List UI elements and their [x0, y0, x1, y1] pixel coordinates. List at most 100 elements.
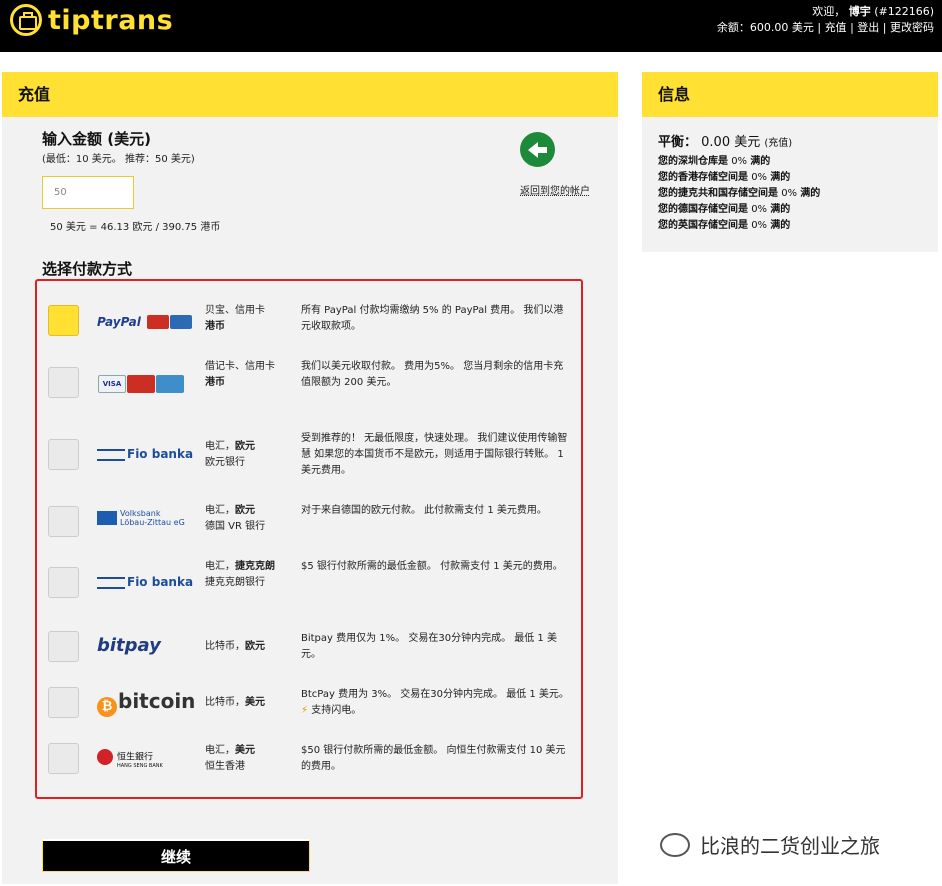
storage-suffix: 满的 [800, 188, 821, 199]
brand-name: Fio banka [127, 447, 194, 461]
payment-checkbox[interactable] [48, 506, 79, 537]
payment-type: 比特币，欧元 [205, 639, 281, 655]
payment-checkbox[interactable] [48, 687, 79, 718]
storage-pct: 0% [781, 188, 798, 199]
watermark-text: 比浪的二货创业之旅 [700, 834, 880, 858]
type-line: 电汇， [205, 505, 235, 516]
payment-description: 我们以美元收取付款。 费用为5%。 您当月剩余的信用卡充值限额为 200 美元。 [301, 361, 564, 388]
type-currency: 港币 [205, 377, 225, 388]
payment-method-title: 选择付款方式 [42, 260, 133, 278]
storage-prefix: 您的英国存储空间是 [658, 220, 748, 231]
payment-checkbox[interactable] [48, 367, 79, 398]
storage-suffix: 满的 [770, 172, 791, 183]
amount-hint: (最低：10 美元。 推荐：50 美元) [42, 154, 195, 165]
recharge-panel-title: 充值 [2, 72, 618, 117]
visa-icon: VISA [98, 374, 126, 393]
payment-description: 受到推荐的！ 无最低限度，快速处理。 我们建议使用传输智慧 如果您的本国货币不是… [301, 433, 568, 476]
storage-pct: 0% [751, 220, 768, 231]
logout-link[interactable]: 登出 [857, 21, 879, 34]
paypal-logo: PayPal [97, 311, 197, 330]
mastercard-icon [146, 314, 169, 329]
payment-description: BtcPay 费用为 3%。 交易在30分钟内完成。 最低 1 美元。 ⚡ 支持… [301, 687, 571, 719]
change-password-link[interactable]: 更改密码 [890, 21, 934, 34]
storage-line: 您的英国存储空间是 0% 满的 [658, 218, 922, 234]
storage-suffix: 满的 [770, 220, 791, 231]
brand-name: 恒生銀行 [117, 752, 154, 763]
brand-sub: HANG SENG BANK [117, 763, 163, 769]
balance-value: 0.00 美元 [701, 135, 761, 150]
payment-checkbox[interactable] [48, 567, 79, 598]
user-menu: 欢迎， 博宇 (#122166) 余额：600.00 美元 | 充值 | 登出 … [717, 4, 934, 36]
payment-type: 比特币，美元 [205, 695, 281, 711]
payment-checkbox[interactable] [48, 305, 79, 336]
type-currency: 美元 [245, 697, 265, 708]
fio-banka-logo: Fio banka [97, 575, 197, 589]
bitcoin-logo: ₿ bitcoin [97, 689, 197, 717]
balance-note[interactable]: (充值) [764, 138, 792, 149]
type-line: 电汇， [205, 745, 235, 756]
continue-button[interactable]: 继续 [42, 839, 310, 872]
card-logos: VISA [97, 373, 197, 393]
payment-type: 贝宝、信用卡 港币 [205, 303, 281, 335]
logo[interactable]: tiptrans [10, 4, 173, 36]
payment-description: 对于来自德国的欧元付款。 此付款需支付 1 美元费用。 [301, 505, 547, 516]
user-id: (#122166) [874, 5, 934, 18]
storage-line: 您的德国存储空间是 0% 满的 [658, 202, 922, 218]
back-to-account-link[interactable]: 返回到您的帐户 [520, 184, 590, 199]
back-arrow-icon[interactable] [520, 132, 555, 167]
amount-title: 输入金额 (美元) [42, 130, 151, 148]
type-line: 电汇， [205, 561, 235, 572]
description-text: BtcPay 费用为 3%。 交易在30分钟内完成。 最低 1 美元。 [301, 689, 569, 700]
recharge-link[interactable]: 充值 [825, 21, 847, 34]
type-line: 借记卡、信用卡 [205, 361, 275, 372]
user-name: 博宇 [848, 5, 871, 18]
info-body: 平衡： 0.00 美元 (充值) 您的深圳仓库是 0% 满的 您的香港存储空间是… [642, 117, 938, 252]
payment-description: Bitpay 费用仅为 1%。 交易在30分钟内完成。 最低 1 美元。 [301, 633, 557, 660]
storage-pct: 0% [751, 204, 768, 215]
welcome-prefix: 欢迎， [812, 5, 846, 18]
payment-checkbox[interactable] [48, 439, 79, 470]
mastercard-icon [127, 374, 155, 393]
hang-seng-logo: 恒生銀行 HANG SENG BANK [97, 749, 197, 769]
brand-name: Volksbank [120, 509, 161, 518]
type-bank: 捷克克朗银行 [205, 577, 265, 588]
payment-checkbox[interactable] [48, 631, 79, 662]
balance-line: 平衡： 0.00 美元 (充值) [658, 135, 922, 152]
separator: | [882, 21, 887, 34]
bitpay-logo: bitpay [97, 635, 161, 656]
type-currency: 港币 [205, 321, 225, 332]
package-icon [10, 4, 42, 36]
visa-icon [169, 314, 192, 329]
currency-conversion: 50 美元 = 46.13 欧元 / 390.75 港币 [50, 222, 221, 233]
volksbank-icon [97, 511, 117, 525]
fio-flag-icon [97, 576, 125, 589]
type-currency: 美元 [235, 745, 255, 756]
payment-type: 电汇，欧元 欧元银行 [205, 439, 281, 471]
storage-prefix: 您的德国存储空间是 [658, 204, 748, 215]
type-currency: 欧元 [235, 505, 255, 516]
storage-suffix: 满的 [750, 156, 771, 167]
type-line: 比特币， [205, 697, 245, 708]
amex-icon [156, 374, 184, 393]
separator: | [850, 21, 854, 34]
storage-line: 您的深圳仓库是 0% 满的 [658, 154, 922, 170]
storage-pct: 0% [731, 156, 748, 167]
logo-text: tiptrans [48, 4, 174, 36]
type-bank: 欧元银行 [205, 457, 245, 468]
payment-type: 电汇，捷克克朗 捷克克朗银行 [205, 559, 281, 591]
amount-input[interactable]: 50 [42, 176, 134, 209]
type-bank: 德国 VR 银行 [205, 521, 266, 532]
payment-methods-list: PayPal 贝宝、信用卡 港币 所有 PayPal 付款均需缴纳 5% 的 P… [35, 279, 583, 799]
fio-banka-logo: Fio banka [97, 447, 197, 461]
payment-checkbox[interactable] [48, 743, 79, 774]
hang-seng-icon [97, 749, 113, 765]
storage-line: 您的香港存储空间是 0% 满的 [658, 170, 922, 186]
watermark: 比浪的二货创业之旅 [660, 830, 880, 859]
fio-flag-icon [97, 448, 125, 461]
storage-prefix: 您的深圳仓库是 [658, 156, 728, 167]
type-line: 贝宝、信用卡 [205, 305, 265, 316]
volksbank-logo: Volksbank Löbau-Zittau eG [97, 509, 197, 527]
payment-type: 电汇，欧元 德国 VR 银行 [205, 503, 281, 535]
info-panel: 信息 平衡： 0.00 美元 (充值) 您的深圳仓库是 0% 满的 您的香港存储… [642, 72, 938, 252]
balance-label: 平衡： [658, 135, 698, 150]
